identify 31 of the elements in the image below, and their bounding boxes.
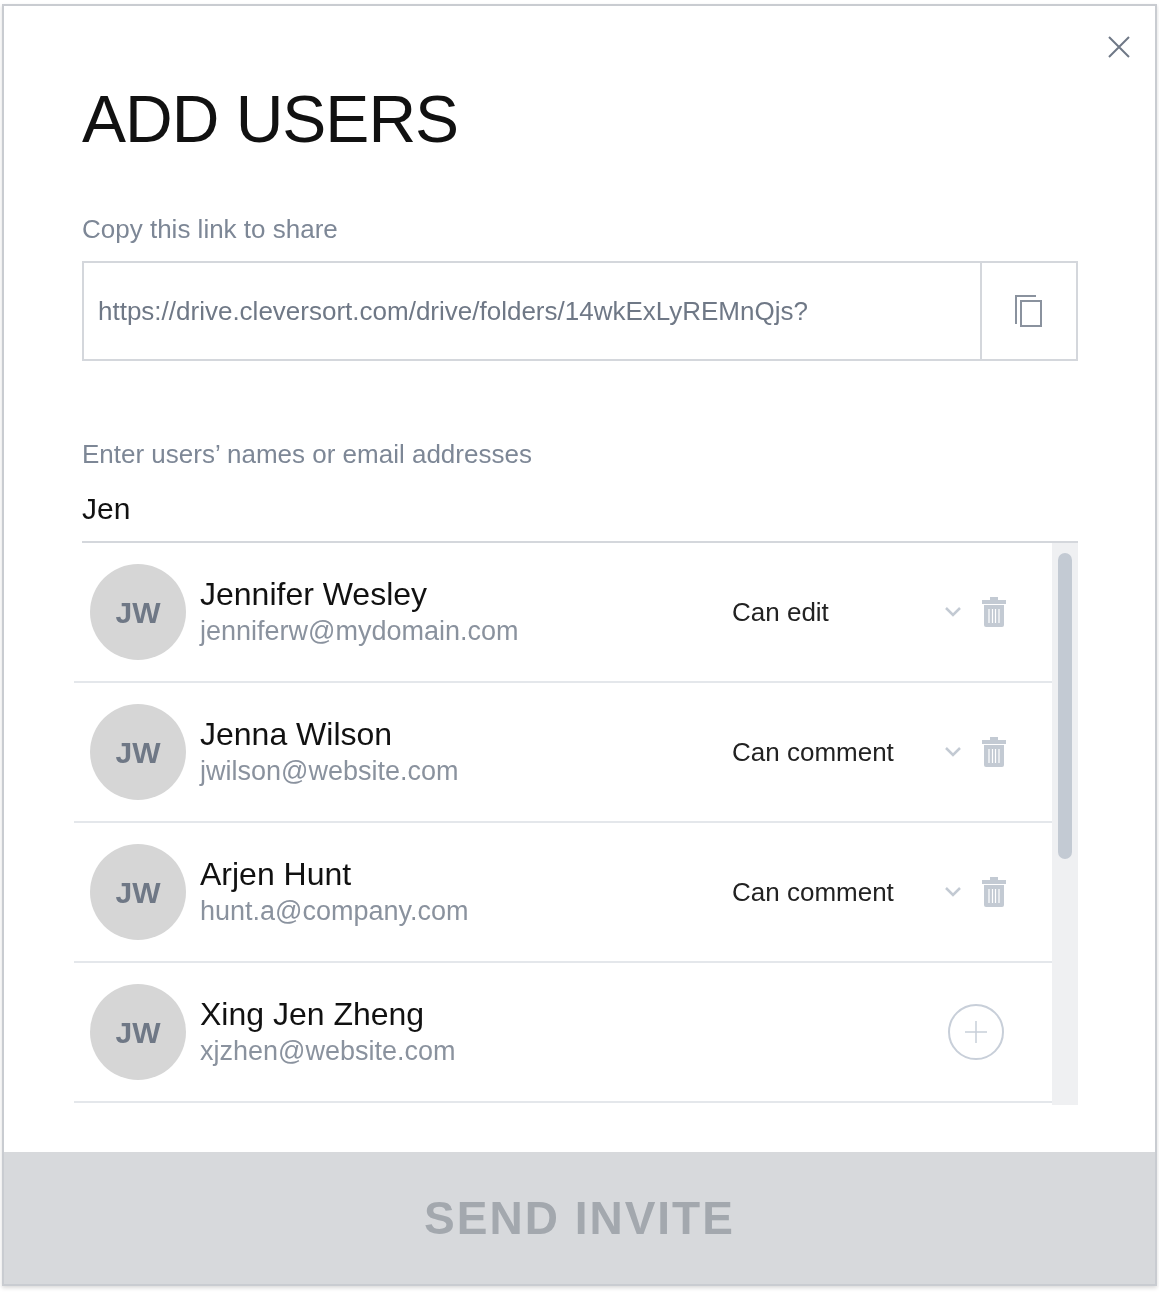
caret-icon — [944, 606, 962, 618]
caret-icon — [944, 746, 962, 758]
user-row[interactable]: JW Jennifer Wesley jenniferw@mydomain.com Can edit — [74, 543, 1052, 683]
user-avatar: JW — [90, 704, 186, 800]
user-email: jwilson@website.com — [200, 754, 460, 788]
invite-label: Enter users’ names or email addresses — [82, 438, 532, 471]
user-name: Jennifer Wesley — [200, 575, 429, 614]
permission-dropdown[interactable]: Can edit — [732, 592, 962, 632]
permission-dropdown[interactable]: Can comment — [732, 732, 962, 772]
add-user-button[interactable] — [948, 1004, 1004, 1060]
user-avatar: JW — [90, 984, 186, 1080]
dialog-title: ADD USERS — [82, 86, 460, 152]
delete-icon[interactable] — [982, 877, 1006, 907]
plus-icon — [964, 1020, 988, 1044]
permission-dropdown[interactable]: Can comment — [732, 872, 962, 912]
user-row[interactable]: JW Arjen Hunt hunt.a@company.com Can comment — [74, 823, 1052, 963]
caret-icon — [944, 886, 962, 898]
user-row[interactable]: JW Xing Jen Zheng xjzhen@website.com — [74, 963, 1052, 1103]
share-label: Copy this link to share — [82, 213, 338, 246]
delete-icon[interactable] — [982, 597, 1006, 627]
delete-icon[interactable] — [982, 737, 1006, 767]
user-name: Jenna Wilson — [200, 715, 394, 754]
user-avatar: JW — [90, 564, 186, 660]
user-name: Arjen Hunt — [200, 855, 353, 894]
user-email: hunt.a@company.com — [200, 894, 470, 928]
user-email: jenniferw@mydomain.com — [200, 614, 520, 648]
user-avatar: JW — [90, 844, 186, 940]
user-row[interactable]: JW Jenna Wilson jwilson@website.com Can comment — [74, 683, 1052, 823]
scrollbar[interactable] — [1052, 543, 1078, 1105]
user-email: xjzhen@website.com — [200, 1034, 457, 1068]
user-name: Xing Jen Zheng — [200, 995, 426, 1034]
